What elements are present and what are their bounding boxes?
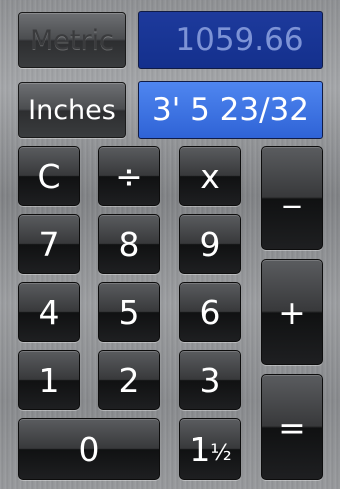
zero-label: 0 [78,429,100,469]
metric-display: 1059.66 [138,11,323,69]
inches-mode-button[interactable]: Inches [18,82,126,138]
multiply-button[interactable]: x [179,146,241,206]
inches-display: 3' 5 23/32 [138,81,323,139]
two-label: 2 [118,360,140,400]
clear-button[interactable]: C [18,146,80,206]
inches-display-value: 3' 5 23/32 [151,92,309,128]
multiply-label: x [200,156,220,196]
divide-label: ÷ [115,156,143,196]
seven-button[interactable]: 7 [18,214,80,274]
eight-button[interactable]: 8 [98,214,160,274]
fraction-button[interactable]: 1½ [179,418,241,480]
metric-mode-button[interactable]: Metric [18,12,126,68]
zero-button[interactable]: 0 [18,418,160,480]
equals-button[interactable]: = [261,374,323,480]
metric-mode-label: Metric [30,24,114,56]
metric-display-value: 1059.66 [175,22,304,58]
four-label: 4 [38,292,60,332]
eight-label: 8 [118,224,140,264]
one-label: 1 [38,360,60,400]
equals-label: = [278,407,306,447]
six-button[interactable]: 6 [179,282,241,342]
nine-label: 9 [199,224,221,264]
fraction-part-label: ½ [210,441,231,466]
two-button[interactable]: 2 [98,350,160,410]
one-button[interactable]: 1 [18,350,80,410]
minus-button[interactable]: _ [261,146,323,250]
seven-label: 7 [38,224,60,264]
divide-button[interactable]: ÷ [98,146,160,206]
six-label: 6 [199,292,221,332]
five-button[interactable]: 5 [98,282,160,342]
fraction-whole-label: 1 [189,429,211,469]
minus-label: _ [283,168,301,208]
five-label: 5 [118,292,140,332]
inches-mode-label: Inches [28,94,116,126]
four-button[interactable]: 4 [18,282,80,342]
plus-button[interactable]: + [261,259,323,365]
plus-label: + [278,292,306,332]
nine-button[interactable]: 9 [179,214,241,274]
clear-label: C [37,156,61,196]
three-button[interactable]: 3 [179,350,241,410]
three-label: 3 [199,360,221,400]
